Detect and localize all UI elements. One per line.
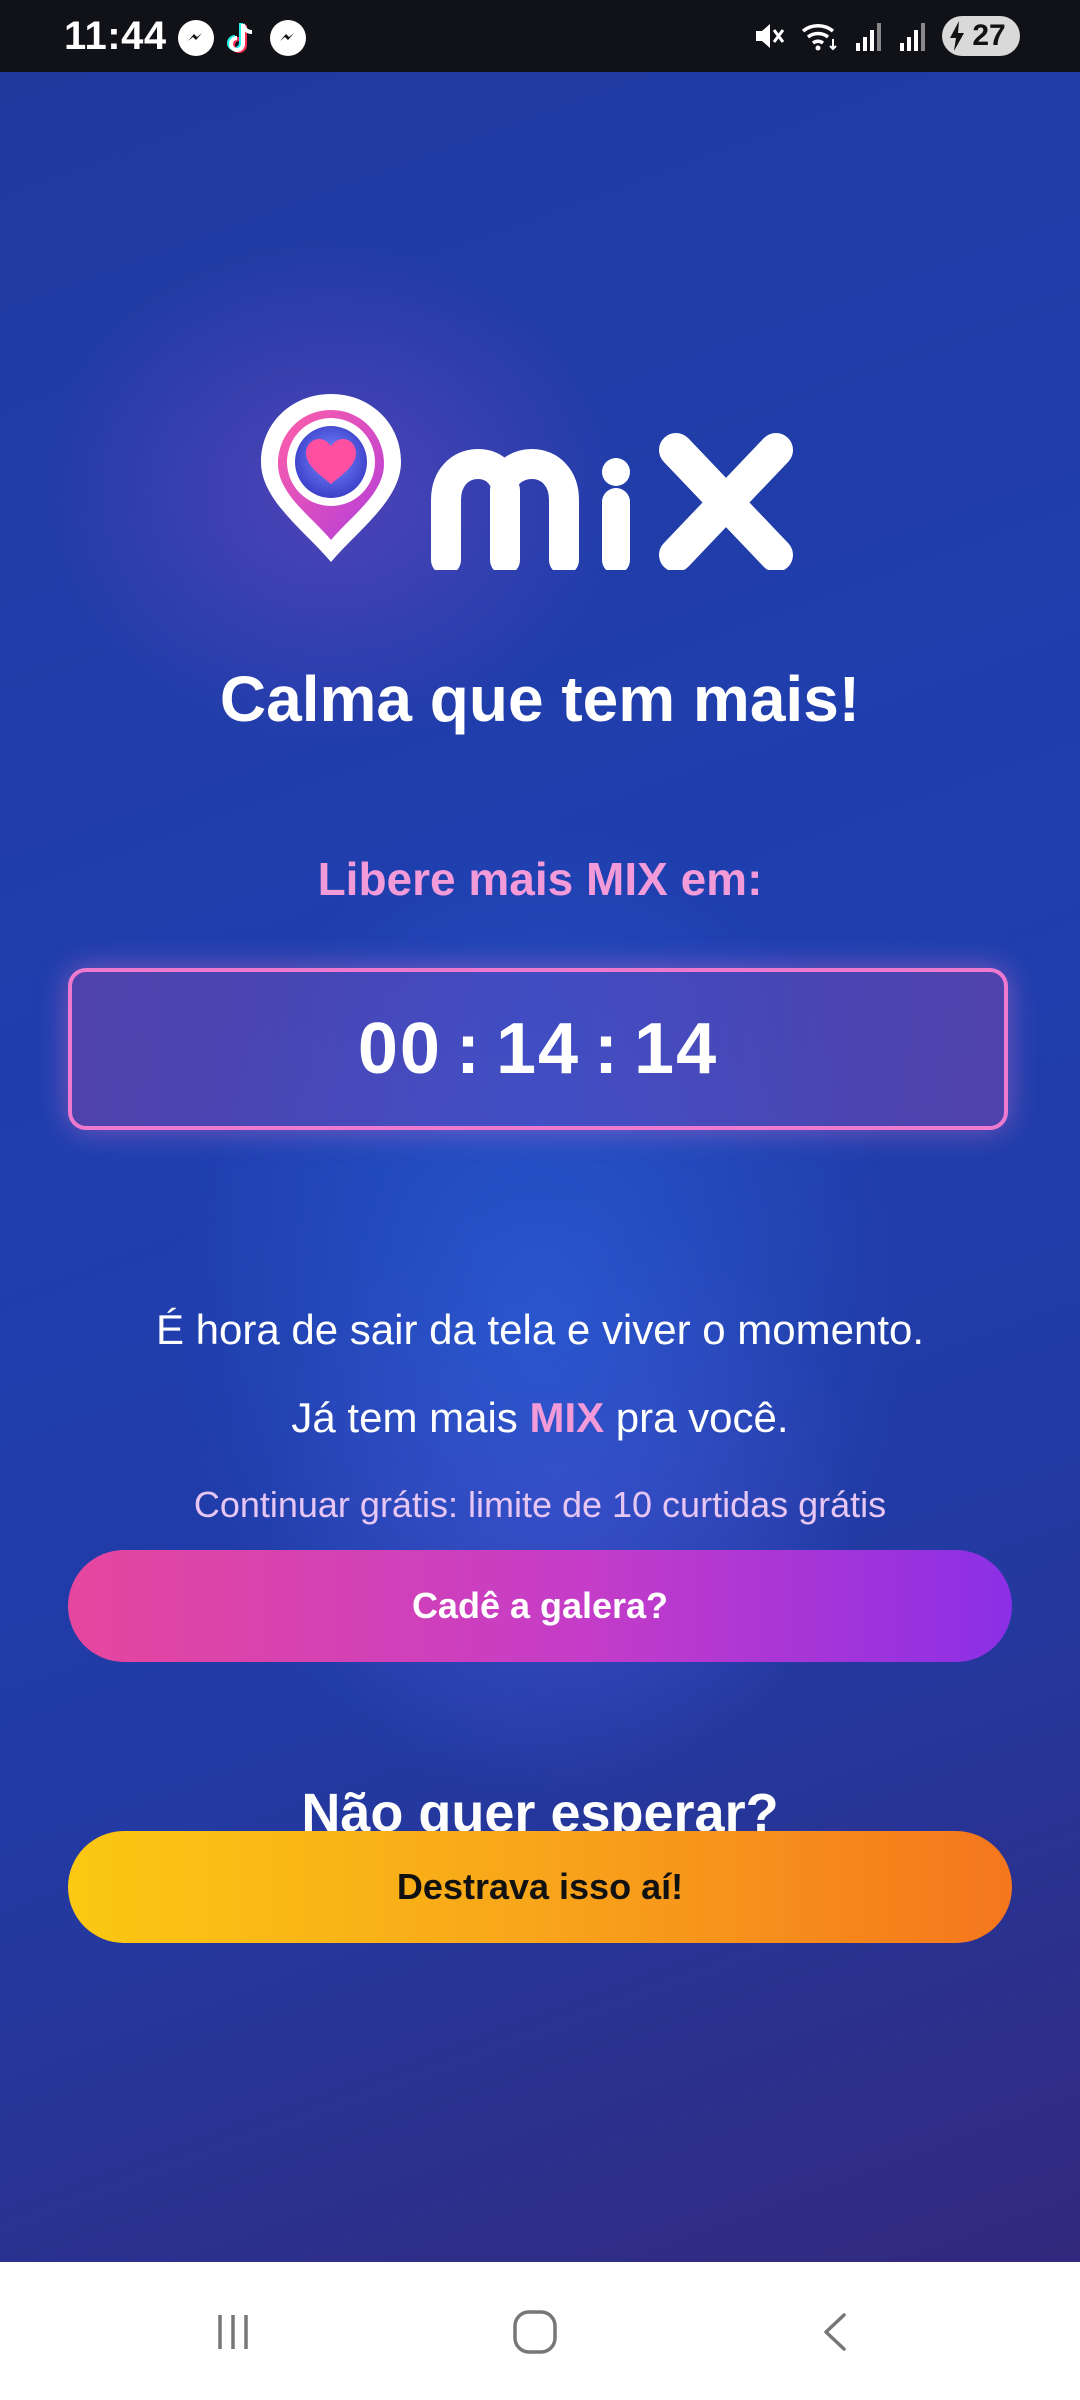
wifi-icon <box>801 23 837 51</box>
crowd-button[interactable]: Cadê a galera? <box>68 1550 1012 1662</box>
signal-icon <box>900 23 925 51</box>
notification-icons <box>178 20 306 56</box>
messenger-icon <box>178 20 214 56</box>
timer-separator: : <box>455 1009 482 1089</box>
timer-separator: : <box>594 1009 621 1089</box>
status-bar: 11:44 27 <box>0 0 1080 72</box>
page-title: Calma que tem mais! <box>219 663 861 735</box>
free-limit-note: Continuar grátis: limite de 10 curtidas … <box>193 1484 887 1525</box>
signal-icon <box>856 23 881 51</box>
recent-apps-icon[interactable] <box>198 2302 268 2362</box>
mix-logo: mix <box>256 390 793 570</box>
battery-indicator: 27 <box>942 16 1020 56</box>
logo-text: mix <box>256 390 258 391</box>
navigation-bar <box>0 2262 1080 2400</box>
charging-icon <box>950 21 964 51</box>
timer-seconds: 14 <box>634 1009 719 1089</box>
unlock-now-button[interactable]: Destrava isso aí! <box>68 1831 1012 1943</box>
message-highlight: MIX <box>529 1394 605 1441</box>
screen: 11:44 27 mix Calma que tem mais! Libere … <box>0 0 1080 2400</box>
unlock-countdown-label: Libere mais MIX em: <box>317 853 763 905</box>
status-time: 11:44 <box>64 14 167 58</box>
mute-icon <box>756 24 785 48</box>
timer-minutes: 14 <box>495 1009 581 1089</box>
tiktok-icon <box>224 20 260 56</box>
countdown-timer: 00 : 14 : 14 <box>68 968 1008 1130</box>
message-line: É hora de sair da tela e viver o momento… <box>155 1306 925 1353</box>
back-icon[interactable] <box>802 2302 872 2362</box>
limit-reached-screen: mix Calma que tem mais! Libere mais MIX … <box>0 72 1080 2262</box>
message-prefix: Já tem mais <box>291 1394 530 1441</box>
message-suffix: pra você. <box>604 1394 789 1441</box>
system-icons: 27 <box>752 16 1020 56</box>
messenger-icon <box>270 20 306 56</box>
message-line: Já tem mais MIX pra você. <box>0 1394 1080 1442</box>
timer-hours: 00 <box>357 1009 442 1089</box>
home-icon[interactable] <box>500 2302 570 2362</box>
battery-level: 27 <box>972 19 1006 52</box>
